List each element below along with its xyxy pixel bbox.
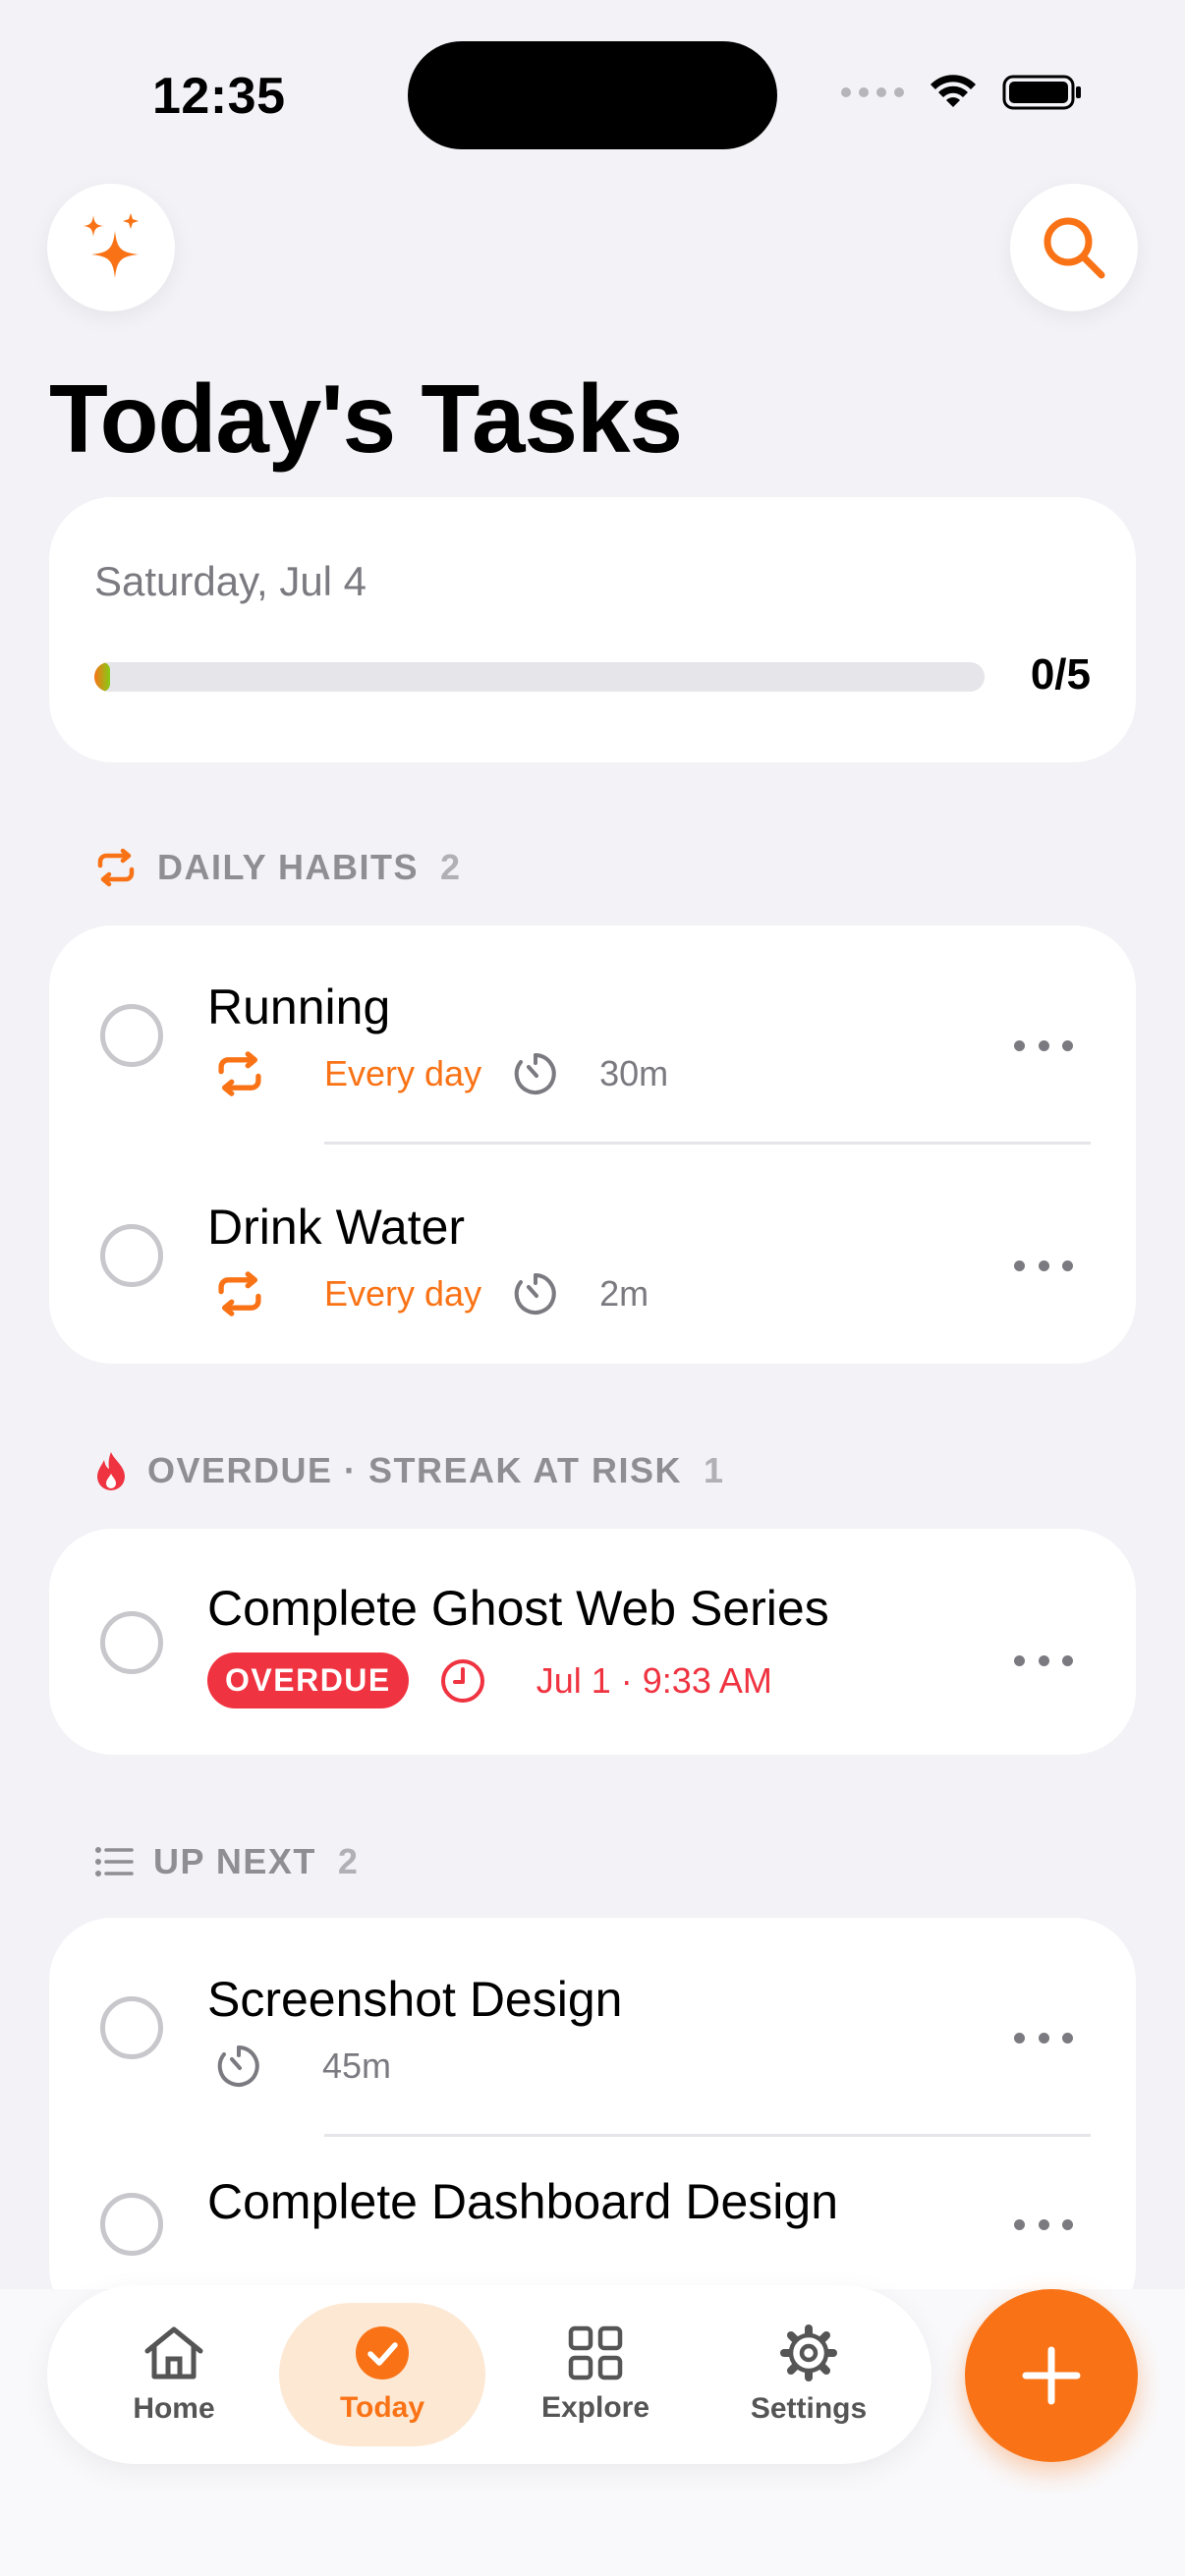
status-time: 12:35 <box>152 68 286 125</box>
more-options-icon[interactable] <box>1014 2018 1073 2057</box>
date-label: Saturday, Jul 4 <box>94 558 367 604</box>
tab-label: Home <box>133 2392 215 2425</box>
task-checkbox[interactable] <box>100 1224 163 1287</box>
section-header-overdue: OVERDUE · STREAK AT RISK 1 <box>94 1450 723 1491</box>
plus-icon <box>1022 2346 1081 2405</box>
tab-home[interactable]: Home <box>71 2303 277 2446</box>
more-options-icon[interactable] <box>1014 1026 1073 1065</box>
tab-label: Today <box>339 2391 425 2424</box>
add-task-button[interactable] <box>965 2289 1138 2462</box>
tab-explore[interactable]: Explore <box>492 2303 699 2446</box>
due-date-label: Jul 1 · 9:33 AM <box>536 1659 772 1701</box>
house-icon <box>144 2326 203 2380</box>
task-meta: 45m <box>214 2042 391 2091</box>
up-next-card: Screenshot Design 45m Complete Dashboard… <box>49 1918 1136 2330</box>
status-icons <box>841 73 1083 112</box>
duration-label: 45m <box>322 2045 392 2086</box>
overdue-badge: OVERDUE <box>207 1652 409 1708</box>
timer-icon <box>514 1053 556 1094</box>
more-options-icon[interactable] <box>1014 2205 1073 2244</box>
section-count: 2 <box>337 1841 358 1881</box>
overdue-card: Complete Ghost Web Series OVERDUE Jul 1 … <box>49 1529 1136 1755</box>
today-screen: 12:35 Today's Tasks Saturday, Jul 4 0/5 … <box>0 0 1185 2576</box>
timer-icon <box>514 1273 556 1315</box>
repeat-icon <box>218 1271 261 1316</box>
section-label: DAILY HABITS <box>157 847 420 887</box>
clock-icon <box>440 1658 484 1703</box>
task-checkbox[interactable] <box>100 1996 163 2059</box>
list-icon <box>95 1847 134 1876</box>
daily-habits-card: Running Every day 30m Drink Water Every … <box>49 925 1136 1364</box>
page-title: Today's Tasks <box>49 364 683 473</box>
search-button[interactable] <box>1010 184 1138 311</box>
wifi-icon <box>931 75 976 107</box>
search-icon <box>1044 217 1105 279</box>
task-title: Screenshot Design <box>207 1972 623 2027</box>
section-header-up-next: UP NEXT 2 <box>94 1841 358 1882</box>
dynamic-island <box>408 41 777 149</box>
task-row[interactable]: Screenshot Design 45m <box>49 1918 1136 2138</box>
task-title: Complete Ghost Web Series <box>207 1581 829 1636</box>
row-divider <box>324 2134 1091 2137</box>
task-title: Drink Water <box>207 1200 466 1255</box>
daily-progress-card: Saturday, Jul 4 0/5 <box>49 497 1136 762</box>
task-meta: Every day 30m <box>214 1049 668 1098</box>
section-label: UP NEXT <box>153 1841 316 1881</box>
flame-icon <box>97 1452 125 1490</box>
task-checkbox[interactable] <box>100 2193 163 2256</box>
task-checkbox[interactable] <box>100 1004 163 1067</box>
battery-icon <box>1002 75 1081 110</box>
row-divider <box>324 1142 1091 1145</box>
tab-settings[interactable]: Settings <box>705 2303 912 2446</box>
task-checkbox[interactable] <box>100 1611 163 1674</box>
tab-label: Settings <box>750 2392 868 2425</box>
repeat-icon <box>218 1051 261 1096</box>
task-row[interactable]: Drink Water Every day 2m <box>49 1146 1136 1364</box>
progress-count: 0/5 <box>1030 650 1091 699</box>
task-row[interactable]: Complete Ghost Web Series OVERDUE Jul 1 … <box>49 1529 1136 1755</box>
task-row[interactable]: Running Every day 30m <box>49 925 1136 1146</box>
tab-today[interactable]: Today <box>279 2303 485 2446</box>
grid-icon <box>568 2325 623 2380</box>
task-meta: OVERDUE Jul 1 · 9:33 AM <box>207 1652 772 1708</box>
ai-assistant-button[interactable] <box>47 184 175 311</box>
progress-bar <box>94 662 985 692</box>
tab-bar: Home Today Explore Settings <box>47 2285 931 2464</box>
duration-label: 2m <box>599 1273 649 1314</box>
repeat-icon <box>97 848 135 887</box>
progress-fill <box>94 662 110 692</box>
timer-icon <box>217 2045 259 2087</box>
task-meta: Every day 2m <box>214 1269 649 1318</box>
tab-label: Explore <box>540 2391 650 2424</box>
sparkle-icon <box>84 213 139 278</box>
section-header-daily-habits: DAILY HABITS 2 <box>94 847 460 888</box>
section-label: OVERDUE · STREAK AT RISK <box>147 1450 683 1490</box>
task-title: Complete Dashboard Design <box>207 2174 839 2229</box>
duration-label: 30m <box>599 1053 669 1093</box>
repeat-label: Every day <box>324 1053 482 1093</box>
repeat-label: Every day <box>324 1273 482 1314</box>
gear-icon <box>780 2324 837 2381</box>
cellular-signal-icon <box>841 87 904 97</box>
task-title: Running <box>207 980 391 1035</box>
more-options-icon[interactable] <box>1014 1641 1073 1680</box>
more-options-icon[interactable] <box>1014 1246 1073 1285</box>
section-count: 1 <box>704 1450 724 1490</box>
check-circle-icon <box>356 2326 409 2380</box>
section-count: 2 <box>440 847 461 887</box>
